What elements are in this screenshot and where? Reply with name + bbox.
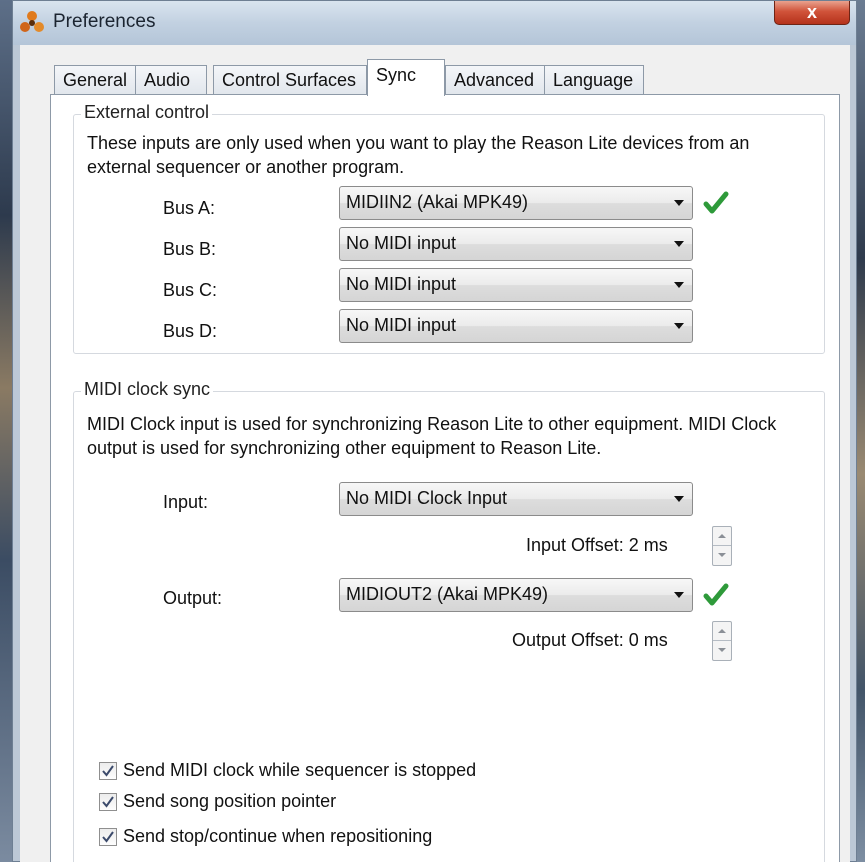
clock-input-label: Input: xyxy=(163,492,209,512)
preferences-window: Preferences x General Audio Control Surf… xyxy=(12,0,857,862)
spin-up-icon[interactable] xyxy=(713,622,731,641)
chevron-down-icon xyxy=(674,323,684,329)
desktop-edge-right xyxy=(857,0,865,862)
send-stop-continue-label: Send stop/continue when repositioning xyxy=(123,826,433,846)
bus-a-value: MIDIIN2 (Akai MPK49) xyxy=(346,192,529,212)
clock-output-value: MIDIOUT2 (Akai MPK49) xyxy=(346,584,549,604)
tab-general[interactable]: General xyxy=(54,65,136,95)
midi-clock-sync-legend: MIDI clock sync xyxy=(81,379,214,400)
tab-sync[interactable]: Sync xyxy=(367,59,445,96)
midi-clock-sync-description-line2: output is used for synchronizing other e… xyxy=(87,438,602,458)
spin-down-icon[interactable] xyxy=(713,546,731,565)
external-control-description-line1: These inputs are only used when you want… xyxy=(87,133,750,153)
reason-app-icon xyxy=(19,10,45,34)
check-icon xyxy=(703,582,729,608)
close-button[interactable]: x xyxy=(774,1,850,25)
external-control-description: These inputs are only used when you want… xyxy=(87,131,822,179)
spin-up-icon[interactable] xyxy=(713,527,731,546)
send-stop-continue-option[interactable]: Send stop/continue when repositioning xyxy=(99,826,599,850)
sync-tab-panel: External control These inputs are only u… xyxy=(50,94,840,862)
bus-d-value: No MIDI input xyxy=(346,315,457,335)
bus-a-select[interactable]: MIDIIN2 (Akai MPK49) xyxy=(339,186,693,220)
send-clock-stopped-option[interactable]: Send MIDI clock while sequencer is stopp… xyxy=(99,760,599,784)
bus-d-select[interactable]: No MIDI input xyxy=(339,309,693,343)
send-song-position-label: Send song position pointer xyxy=(123,791,337,811)
close-icon: x xyxy=(806,2,817,22)
bus-c-select[interactable]: No MIDI input xyxy=(339,268,693,302)
clock-input-value: No MIDI Clock Input xyxy=(346,488,508,508)
chevron-down-icon xyxy=(674,496,684,502)
input-offset-spinner[interactable] xyxy=(712,526,732,566)
chevron-down-icon xyxy=(674,241,684,247)
bus-d-label: Bus D: xyxy=(163,321,218,341)
output-offset-label: Output Offset: 0 ms xyxy=(512,630,668,650)
external-control-group: External control These inputs are only u… xyxy=(73,102,825,354)
clock-output-label: Output: xyxy=(163,588,223,608)
input-offset-label: Input Offset: 2 ms xyxy=(526,535,668,555)
send-stop-continue-checkbox[interactable] xyxy=(99,828,117,846)
tab-control-surfaces[interactable]: Control Surfaces xyxy=(213,65,367,95)
spin-down-icon[interactable] xyxy=(713,641,731,660)
bus-b-label: Bus B: xyxy=(163,239,217,259)
send-song-position-option[interactable]: Send song position pointer xyxy=(99,791,599,815)
send-song-position-checkbox[interactable] xyxy=(99,793,117,811)
tab-advanced[interactable]: Advanced xyxy=(445,65,545,95)
chevron-down-icon xyxy=(674,592,684,598)
window-title: Preferences xyxy=(53,11,156,32)
clock-input-select[interactable]: No MIDI Clock Input xyxy=(339,482,693,516)
external-control-legend: External control xyxy=(81,102,213,123)
output-offset-spinner[interactable] xyxy=(712,621,732,661)
title-bar[interactable]: Preferences x xyxy=(13,1,856,45)
bus-a-label: Bus A: xyxy=(163,198,216,218)
bus-c-value: No MIDI input xyxy=(346,274,457,294)
tab-audio[interactable]: Audio xyxy=(135,65,207,95)
clock-output-select[interactable]: MIDIOUT2 (Akai MPK49) xyxy=(339,578,693,612)
midi-clock-sync-description: MIDI Clock input is used for synchronizi… xyxy=(87,412,825,460)
send-clock-stopped-checkbox[interactable] xyxy=(99,762,117,780)
bus-b-select[interactable]: No MIDI input xyxy=(339,227,693,261)
check-icon xyxy=(703,190,729,216)
chevron-down-icon xyxy=(674,200,684,206)
external-control-description-line2: external sequencer or another program. xyxy=(87,157,405,177)
midi-clock-sync-description-line1: MIDI Clock input is used for synchronizi… xyxy=(87,414,777,434)
bus-c-label: Bus C: xyxy=(163,280,218,300)
desktop-edge-left xyxy=(0,0,12,862)
bus-b-value: No MIDI input xyxy=(346,233,457,253)
dialog-client-area: General Audio Control Surfaces Sync Adva… xyxy=(20,45,850,862)
tab-language[interactable]: Language xyxy=(544,65,644,95)
chevron-down-icon xyxy=(674,282,684,288)
midi-clock-sync-group: MIDI clock sync MIDI Clock input is used… xyxy=(73,379,825,862)
send-clock-stopped-label: Send MIDI clock while sequencer is stopp… xyxy=(123,760,477,780)
